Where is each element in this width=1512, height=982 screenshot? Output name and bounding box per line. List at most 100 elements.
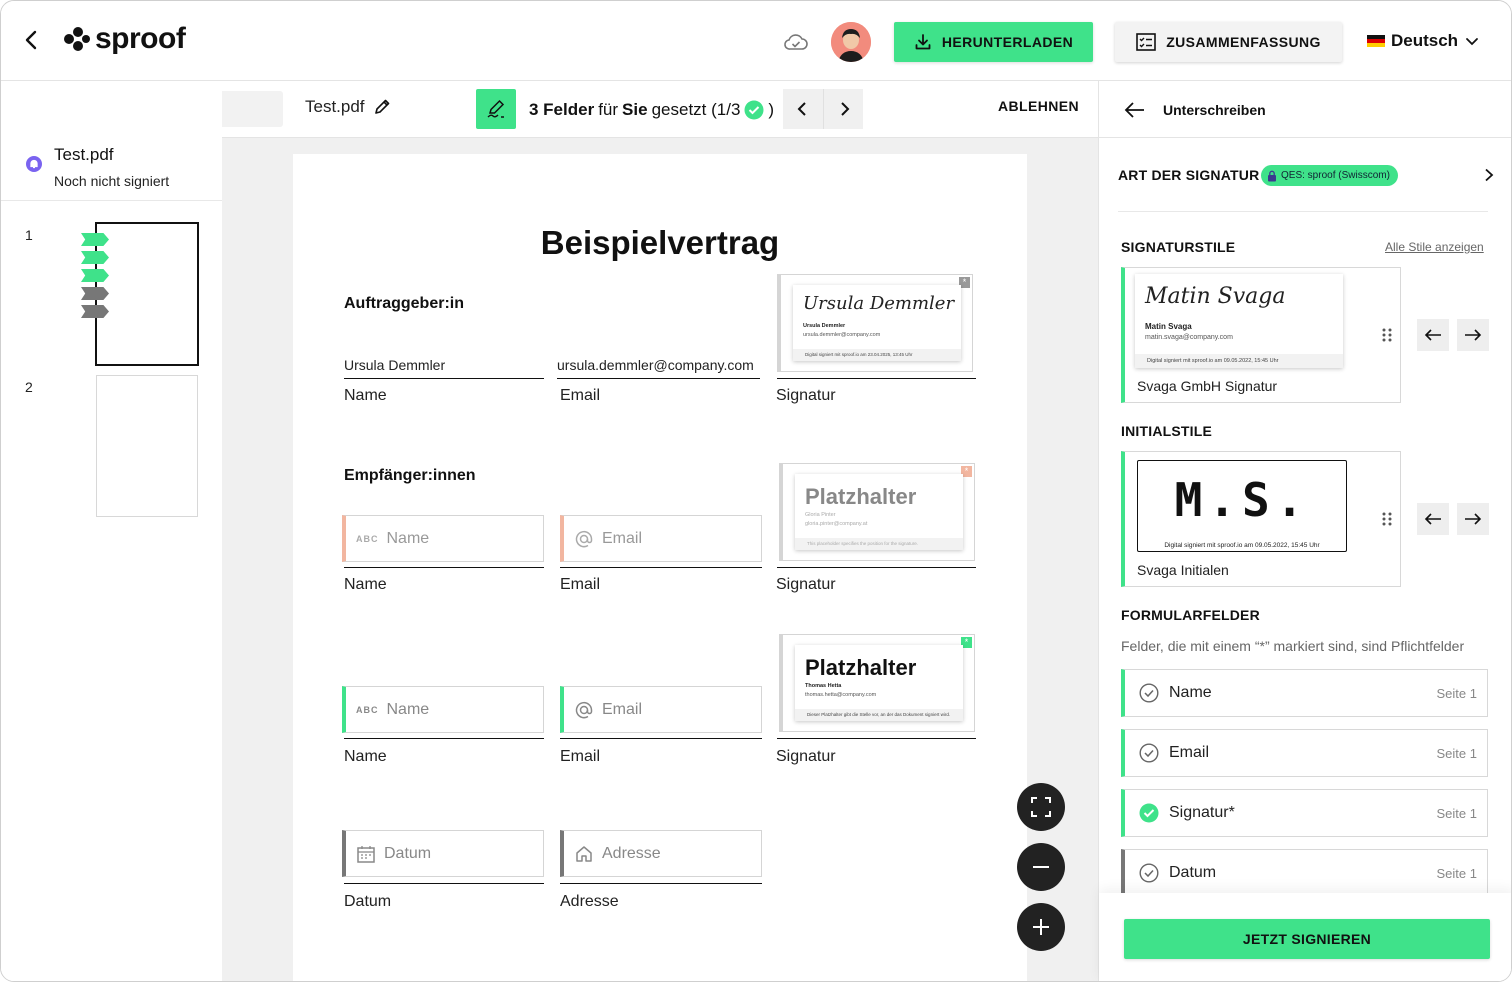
user-avatar[interactable] [831,22,871,62]
fullscreen-icon [1031,797,1051,817]
form-field-label: Email [1169,744,1210,761]
form-field-signature[interactable]: Signatur* Seite 1 [1121,789,1488,837]
show-all-styles-link[interactable]: Alle Stile anzeigen [1385,240,1484,254]
signature-style-caption: Svaga GmbH Signatur [1137,378,1278,394]
pencil-icon[interactable] [373,98,391,116]
recipient2-email-label: Email [560,748,601,765]
lock-icon [1268,170,1276,181]
recipient2-signature-field[interactable]: * Platzhalter Thomas Hetta thomas.hetta@… [779,634,975,732]
section-client-heading: Auftraggeber:in [344,295,464,312]
recipient1-signature-email: gloria.pinter@company.at [805,521,868,527]
arrow-right-icon [1465,513,1482,525]
recipient1-email-placeholder: Email [602,529,643,547]
chevron-right-icon [1485,168,1494,182]
sproof-logo[interactable]: sproof [63,21,186,57]
fields-status-for: für [598,100,619,119]
signature-style-email: matin.svaga@company.com [1145,334,1233,341]
form-fields-heading: FORMULARFELDER [1121,607,1260,623]
client-signature-email: ursula.demmler@company.com [803,332,881,338]
address-line [560,866,762,884]
client-email-value: ursula.demmler@company.com [557,357,754,373]
date-label: Datum [344,893,392,910]
form-fields-hint: Felder, die mit einem “*” markiert sind,… [1121,638,1465,654]
summary-button[interactable]: ZUSAMMENFASSUNG [1115,22,1342,62]
zoom-in-button[interactable] [1017,903,1065,951]
address-placeholder: Adresse [602,844,661,862]
recipient2-signature-email: thomas.hetta@company.com [805,692,877,698]
page-thumbnail-2[interactable] [96,375,198,517]
document-status: Noch nicht signiert [54,173,170,189]
field-navigation-button[interactable] [476,89,516,129]
initial-style-preview: M.S. Digital signiert mit sproof.io am 0… [1137,460,1347,552]
date-line [344,866,544,884]
previous-initial-button[interactable] [1417,503,1449,535]
fields-progress: gesetzt (1/3 [651,100,741,119]
download-button[interactable]: HERUNTERLADEN [894,22,1093,62]
language-select[interactable]: Deutsch [1367,31,1480,51]
arrow-left-icon[interactable] [1123,99,1147,121]
fit-screen-button[interactable] [1017,783,1065,831]
page-number-1: 1 [25,227,33,243]
section-recipients-heading: Empfänger:innen [344,467,476,484]
sign-pen-icon [487,99,505,118]
reject-button[interactable]: ABLEHNEN [998,98,1079,114]
chevron-left-icon [797,102,806,116]
document-page: Beispielvertrag Auftraggeber:in Ursula D… [293,154,1027,981]
client-email-label: Email [560,387,601,404]
recipient1-email-line [560,551,762,568]
recipient1-signature-line [777,551,976,568]
recipient2-signature-footer: Dieser Platzhalter gibt die Stelle vor, … [795,709,963,721]
top-header: sproof HERUNTERLADEN ZUSAMMENFASSUNG Deu… [1,1,1511,81]
page-number-2: 2 [25,379,33,395]
back-chevron-icon[interactable] [19,27,45,53]
document-sidebar: Test.pdf Noch nicht signiert 1 2 [1,81,222,981]
chevron-right-icon [840,102,849,116]
cloud-sync-icon[interactable] [783,31,809,53]
logo-text: sproof [95,22,186,55]
field-marker-pending [81,305,109,318]
form-field-email[interactable]: Email Seite 1 [1121,729,1488,777]
chevron-down-icon [1466,38,1478,46]
form-field-page: Seite 1 [1436,746,1477,761]
fields-count: 3 Felder [529,100,595,119]
zoom-out-button[interactable] [1017,843,1065,891]
next-initial-button[interactable] [1457,503,1489,535]
download-icon [915,34,931,50]
check-circle-filled-icon [1139,803,1159,823]
form-field-date[interactable]: Datum Seite 1 [1121,849,1488,897]
home-icon [576,845,592,862]
check-circle-outline-icon [1139,743,1159,763]
recipient2-signature-placeholder: Platzhalter [805,655,917,680]
form-field-name[interactable]: Name Seite 1 [1121,669,1488,717]
next-field-button[interactable] [823,89,863,129]
app-window: sproof HERUNTERLADEN ZUSAMMENFASSUNG Deu… [0,0,1512,982]
at-sign-icon [575,701,593,718]
initial-style-card[interactable]: M.S. Digital signiert mit sproof.io am 0… [1121,451,1401,587]
signature-style-script: Matin Svaga [1145,284,1286,309]
previous-field-button[interactable] [783,89,823,129]
initial-styles-heading: INITIALSTILE [1121,423,1213,439]
calendar-icon [357,845,375,863]
previous-style-button[interactable] [1417,319,1449,351]
drag-handle-icon[interactable] [1381,327,1393,343]
recipient1-signature-field[interactable]: * Platzhalter Gloria Pinter gloria.pinte… [779,463,975,561]
recipient1-email-label: Email [560,576,601,593]
page-thumbnail-1[interactable] [95,222,199,366]
signature-type-label: ART DER SIGNATUR [1118,167,1260,183]
document-filename[interactable]: Test.pdf [305,97,391,117]
field-marker-pending [81,287,109,300]
sign-panel-header: Unterschreiben [1099,81,1511,138]
document-viewer[interactable]: Beispielvertrag Auftraggeber:in Ursula D… [222,138,1098,981]
recipient1-name-placeholder: Name [386,529,430,547]
document-list-item[interactable]: Test.pdf Noch nicht signiert [1,138,222,201]
signature-type-selector[interactable]: ART DER SIGNATUR QES: sproof (Swisscom) [1099,138,1511,211]
filename-label: Test.pdf [305,97,365,116]
fields-status-who: Sie [622,100,648,119]
text-field-icon: ABC [356,704,379,715]
drag-handle-icon[interactable] [1381,511,1393,527]
next-style-button[interactable] [1457,319,1489,351]
signature-style-card[interactable]: Matin Svaga Matin Svaga matin.svaga@comp… [1121,267,1401,403]
sign-now-button[interactable]: JETZT SIGNIEREN [1124,919,1490,959]
sproof-logo-icon [64,27,90,51]
client-name-value: Ursula Demmler [344,357,446,373]
